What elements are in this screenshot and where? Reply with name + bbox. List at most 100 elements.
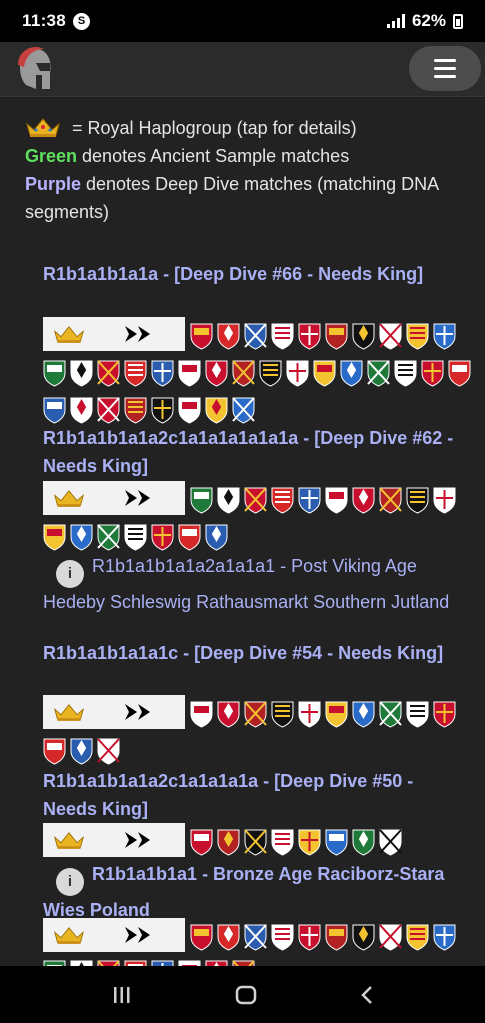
coat-of-arms-icon[interactable] bbox=[190, 487, 213, 514]
coat-of-arms-icon[interactable] bbox=[298, 829, 321, 856]
coat-of-arms-icon[interactable] bbox=[325, 701, 348, 728]
coat-of-arms-icon[interactable] bbox=[406, 924, 429, 951]
coat-of-arms-icon[interactable] bbox=[70, 397, 93, 424]
coat-of-arms-icon[interactable] bbox=[43, 397, 66, 424]
coat-of-arms-icon[interactable] bbox=[205, 397, 228, 424]
legend-crown-line[interactable]: = Royal Haplogroup (tap for details) bbox=[25, 114, 465, 142]
menu-button[interactable] bbox=[409, 46, 481, 91]
coat-of-arms-icon[interactable] bbox=[352, 323, 375, 350]
royal-haplogroup-box[interactable] bbox=[43, 695, 185, 729]
coat-of-arms-icon[interactable] bbox=[367, 360, 390, 387]
royal-haplogroup-box[interactable] bbox=[43, 823, 185, 857]
coat-of-arms-icon[interactable] bbox=[151, 397, 174, 424]
coat-of-arms-icon[interactable] bbox=[259, 360, 282, 387]
recent-apps-icon[interactable] bbox=[112, 986, 132, 1004]
coat-of-arms-icon[interactable] bbox=[97, 524, 120, 551]
coat-of-arms-icon[interactable] bbox=[43, 738, 66, 765]
coat-of-arms-icon[interactable] bbox=[232, 397, 255, 424]
coat-of-arms-icon[interactable] bbox=[313, 360, 336, 387]
haplogroup-link[interactable]: R1b1a1b1a1a - [Deep Dive #66 - Needs Kin… bbox=[43, 260, 463, 288]
coat-of-arms-icon[interactable] bbox=[379, 701, 402, 728]
coat-of-arms-icon[interactable] bbox=[70, 360, 93, 387]
coat-of-arms-icon[interactable] bbox=[298, 323, 321, 350]
coat-of-arms-icon[interactable] bbox=[43, 524, 66, 551]
coat-of-arms-icon[interactable] bbox=[70, 738, 93, 765]
coat-of-arms-icon[interactable] bbox=[352, 924, 375, 951]
info-icon[interactable]: i bbox=[56, 559, 84, 588]
haplogroup-link[interactable]: i R1b1a1b1a1 - Bronze Age Raciborz-Stara … bbox=[43, 860, 463, 924]
haplogroup-link[interactable]: R1b1a1b1a1a1c - [Deep Dive #54 - Needs K… bbox=[43, 639, 463, 667]
coat-of-arms-icon[interactable] bbox=[217, 487, 240, 514]
coat-of-arms-icon[interactable] bbox=[448, 360, 471, 387]
coat-of-arms-icon[interactable] bbox=[217, 323, 240, 350]
coat-of-arms-icon[interactable] bbox=[379, 924, 402, 951]
coat-of-arms-icon[interactable] bbox=[190, 924, 213, 951]
coat-of-arms-icon[interactable] bbox=[406, 323, 429, 350]
coat-of-arms-icon[interactable] bbox=[406, 487, 429, 514]
coat-of-arms-icon[interactable] bbox=[298, 701, 321, 728]
coat-of-arms-icon[interactable] bbox=[421, 360, 444, 387]
coat-of-arms-icon[interactable] bbox=[325, 487, 348, 514]
coat-of-arms-icon[interactable] bbox=[271, 701, 294, 728]
coat-of-arms-icon[interactable] bbox=[217, 829, 240, 856]
coat-of-arms-icon[interactable] bbox=[178, 524, 201, 551]
coat-of-arms-icon[interactable] bbox=[244, 701, 267, 728]
royal-haplogroup-box[interactable] bbox=[43, 918, 185, 952]
coat-of-arms-icon[interactable] bbox=[244, 829, 267, 856]
coat-of-arms-icon[interactable] bbox=[352, 701, 375, 728]
coat-of-arms-icon[interactable] bbox=[232, 360, 255, 387]
coat-of-arms-icon[interactable] bbox=[97, 738, 120, 765]
coat-of-arms-icon[interactable] bbox=[352, 829, 375, 856]
coat-of-arms-icon[interactable] bbox=[151, 360, 174, 387]
spartan-helmet-logo-icon[interactable] bbox=[14, 45, 56, 93]
back-icon[interactable] bbox=[360, 985, 374, 1005]
coat-of-arms-icon[interactable] bbox=[286, 360, 309, 387]
coat-of-arms-icon[interactable] bbox=[433, 323, 456, 350]
coat-of-arms-icon[interactable] bbox=[352, 487, 375, 514]
coat-of-arms-icon[interactable] bbox=[43, 360, 66, 387]
coat-of-arms-icon[interactable] bbox=[190, 829, 213, 856]
coat-of-arms-icon[interactable] bbox=[151, 524, 174, 551]
coat-of-arms-icon[interactable] bbox=[325, 829, 348, 856]
coat-of-arms-icon[interactable] bbox=[178, 397, 201, 424]
coat-of-arms-icon[interactable] bbox=[298, 924, 321, 951]
coat-of-arms-icon[interactable] bbox=[70, 524, 93, 551]
royal-haplogroup-box[interactable] bbox=[43, 317, 185, 351]
coat-of-arms-icon[interactable] bbox=[340, 360, 363, 387]
haplogroup-link[interactable]: R1b1a1b1a1a2c1a1a1a1a1a1a - [Deep Dive #… bbox=[43, 424, 463, 480]
coat-of-arms-icon[interactable] bbox=[271, 924, 294, 951]
coat-of-arms-icon[interactable] bbox=[379, 487, 402, 514]
coat-of-arms-icon[interactable] bbox=[379, 323, 402, 350]
coat-of-arms-icon[interactable] bbox=[217, 701, 240, 728]
coat-of-arms-icon[interactable] bbox=[244, 924, 267, 951]
coat-of-arms-icon[interactable] bbox=[124, 360, 147, 387]
coat-of-arms-icon[interactable] bbox=[244, 323, 267, 350]
coat-of-arms-icon[interactable] bbox=[97, 397, 120, 424]
coat-of-arms-icon[interactable] bbox=[298, 487, 321, 514]
coat-of-arms-icon[interactable] bbox=[433, 701, 456, 728]
coat-of-arms-icon[interactable] bbox=[433, 487, 456, 514]
coat-of-arms-icon[interactable] bbox=[205, 360, 228, 387]
coat-of-arms-icon[interactable] bbox=[394, 360, 417, 387]
coat-of-arms-icon[interactable] bbox=[190, 323, 213, 350]
coat-of-arms-icon[interactable] bbox=[325, 924, 348, 951]
coat-of-arms-icon[interactable] bbox=[325, 323, 348, 350]
ancient-sample-entry[interactable]: i R1b1a1b1a1a2a1a1a1 - Post Viking Age He… bbox=[43, 552, 463, 617]
coat-of-arms-icon[interactable] bbox=[205, 524, 228, 551]
coat-of-arms-icon[interactable] bbox=[379, 829, 402, 856]
coat-of-arms-icon[interactable] bbox=[190, 701, 213, 728]
coat-of-arms-icon[interactable] bbox=[406, 701, 429, 728]
coat-of-arms-icon[interactable] bbox=[433, 924, 456, 951]
royal-haplogroup-box[interactable] bbox=[43, 481, 185, 515]
coat-of-arms-icon[interactable] bbox=[124, 397, 147, 424]
home-icon[interactable] bbox=[235, 985, 257, 1005]
coat-of-arms-icon[interactable] bbox=[271, 323, 294, 350]
haplogroup-link[interactable]: R1b1a1b1a1a2c1a1a1a1a - [Deep Dive #50 -… bbox=[43, 767, 463, 823]
coat-of-arms-icon[interactable] bbox=[271, 487, 294, 514]
coat-of-arms-icon[interactable] bbox=[178, 360, 201, 387]
coat-of-arms-icon[interactable] bbox=[244, 487, 267, 514]
coat-of-arms-icon[interactable] bbox=[97, 360, 120, 387]
coat-of-arms-icon[interactable] bbox=[271, 829, 294, 856]
coat-of-arms-icon[interactable] bbox=[217, 924, 240, 951]
info-icon[interactable]: i bbox=[56, 868, 84, 896]
